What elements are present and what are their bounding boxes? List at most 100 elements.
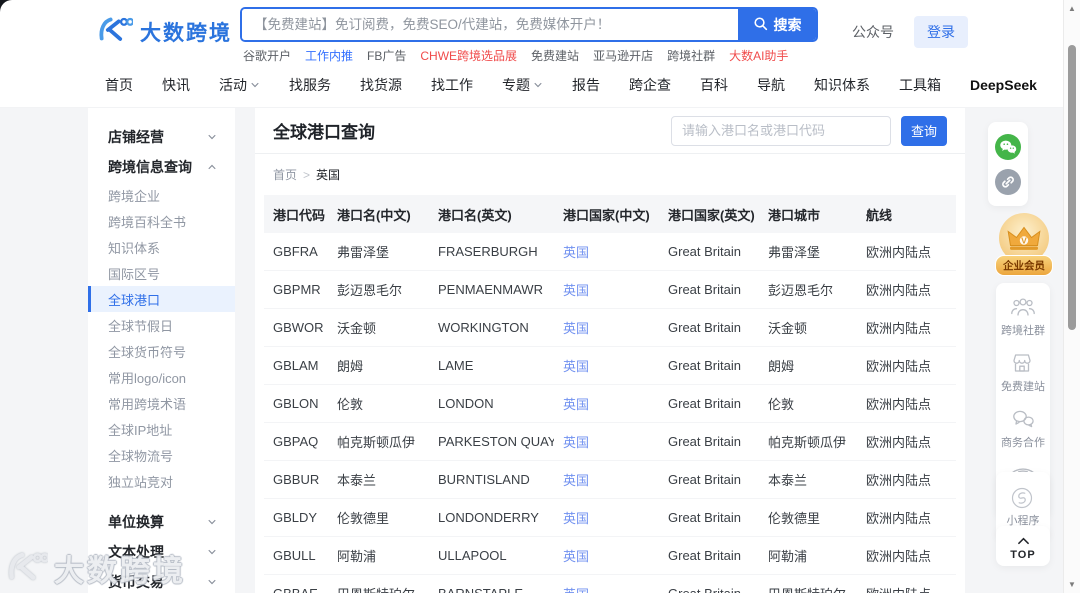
- enterprise-member-badge[interactable]: V 企业会员: [994, 212, 1054, 290]
- sidebar-item[interactable]: 国际区号: [88, 260, 235, 286]
- table-row: GBLAM 朗姆 LAME 英国 Great Britain 朗姆 欧洲内陆点: [264, 346, 956, 385]
- brand-logo[interactable]: 大数跨境: [95, 14, 232, 49]
- rail-tool-label: 跨境社群: [1001, 325, 1045, 337]
- query-button[interactable]: 查询: [901, 115, 947, 146]
- country-link[interactable]: 英国: [563, 511, 589, 526]
- country-link[interactable]: 英国: [563, 359, 589, 374]
- chevron-down-icon: [207, 577, 217, 587]
- quick-link[interactable]: 谷歌开户: [243, 47, 291, 64]
- breadcrumb: 首页 > 英国: [255, 154, 965, 193]
- nav-item[interactable]: 跨企查: [629, 75, 671, 95]
- quick-link[interactable]: 跨境社群: [667, 47, 715, 64]
- country-link[interactable]: 英国: [563, 473, 589, 488]
- table-cell: GBPMR: [264, 270, 328, 309]
- country-link[interactable]: 英国: [563, 549, 589, 564]
- sidebar-item[interactable]: 知识体系: [88, 234, 235, 260]
- page-scrollbar[interactable]: ▲ ▼: [1063, 0, 1080, 593]
- sidebar-item[interactable]: 独立站竞对: [88, 468, 235, 494]
- panel-header: 全球港口查询 查询: [255, 108, 965, 153]
- table-cell: 欧洲内陆点: [857, 422, 956, 461]
- table-cell: 欧洲内陆点: [857, 270, 956, 309]
- rail-tool[interactable]: 跨境社群: [996, 288, 1050, 344]
- sidebar-item[interactable]: 跨境企业: [88, 182, 235, 208]
- header-search-input[interactable]: [242, 9, 738, 40]
- scrollbar-up-arrow[interactable]: ▲: [1064, 4, 1080, 13]
- sidebar-item[interactable]: 常用logo/icon: [88, 364, 235, 390]
- country-link[interactable]: 英国: [563, 245, 589, 260]
- sidebar-item[interactable]: 全球节假日: [88, 312, 235, 338]
- quick-link[interactable]: 亚马逊开店: [593, 47, 653, 64]
- table-row: GBLON 伦敦 LONDON 英国 Great Britain 伦敦 欧洲内陆点: [264, 384, 956, 423]
- table-cell: GBLAM: [264, 346, 328, 385]
- nav-item-label: 专题: [502, 76, 530, 93]
- column-header: 港口名(英文): [429, 195, 554, 233]
- rail-tool-label: 免费建站: [1001, 381, 1045, 393]
- nav-item[interactable]: DeepSeek: [970, 77, 1037, 93]
- rail-tool[interactable]: 免费建站: [996, 344, 1050, 400]
- cell-country-cn: 英国: [554, 270, 659, 309]
- table-cell: Great Britain: [659, 422, 759, 461]
- nav-item[interactable]: 导航: [757, 75, 785, 95]
- sidebar-item[interactable]: 全球港口: [88, 286, 235, 312]
- link-icon[interactable]: [995, 168, 1021, 195]
- country-link[interactable]: 英国: [563, 283, 589, 298]
- back-to-top-button[interactable]: TOP: [996, 526, 1050, 566]
- quick-link[interactable]: CHWE跨境选品展: [420, 47, 517, 64]
- quick-link[interactable]: 大数AI助手: [729, 47, 788, 64]
- nav-item[interactable]: 找服务: [289, 75, 331, 95]
- sidebar-section[interactable]: 单位换算: [88, 507, 235, 537]
- sidebar-item[interactable]: 全球IP地址: [88, 416, 235, 442]
- table-cell: 欧洲内陆点: [857, 346, 956, 385]
- quick-link[interactable]: FB广告: [367, 47, 406, 64]
- rail-tool[interactable]: 商务合作: [996, 400, 1050, 456]
- nav-item[interactable]: 快讯: [162, 75, 190, 95]
- sidebar-item[interactable]: 跨境百科全书: [88, 208, 235, 234]
- header-right: 公众号 登录: [852, 16, 968, 48]
- quick-link[interactable]: 工作内推: [305, 47, 353, 64]
- nav-item[interactable]: 找工作: [431, 75, 473, 95]
- wechat-icon[interactable]: [995, 133, 1021, 160]
- column-header: 港口城市: [759, 195, 857, 233]
- table-cell: PARKESTON QUAY: [429, 422, 554, 461]
- sidebar-section[interactable]: 店铺经营: [88, 122, 235, 152]
- main-nav: 首页 快讯 活动 找服务 找货源 找工作 专题 报告 跨企查 百科 导航 知识体系 工具箱 DeepSee…: [0, 62, 1080, 108]
- table-cell: 弗雷泽堡: [328, 233, 429, 271]
- nav-item[interactable]: 知识体系: [814, 75, 870, 95]
- nav-item-label: 工具箱: [899, 76, 941, 93]
- country-link[interactable]: 英国: [563, 321, 589, 336]
- column-header: 港口名(中文): [328, 195, 429, 233]
- sidebar-item[interactable]: 常用跨境术语: [88, 390, 235, 416]
- sidebar-section[interactable]: 跨境信息查询: [88, 152, 235, 182]
- table-cell: LONDON: [429, 384, 554, 423]
- table-cell: 巴恩斯特珀尔: [759, 574, 857, 593]
- sidebar-item[interactable]: 全球物流号: [88, 442, 235, 468]
- port-search-input[interactable]: [671, 115, 891, 146]
- cell-country-cn: 英国: [554, 346, 659, 385]
- nav-item[interactable]: 工具箱: [899, 75, 941, 95]
- nav-item-label: 找货源: [360, 76, 402, 93]
- login-button[interactable]: 登录: [914, 16, 968, 48]
- scrollbar-down-arrow[interactable]: ▼: [1064, 580, 1080, 589]
- header-search-button[interactable]: 搜索: [738, 9, 816, 40]
- nav-item[interactable]: 百科: [700, 75, 728, 95]
- nav-item[interactable]: 报告: [572, 75, 600, 95]
- sidebar-section-label: 单位换算: [108, 514, 164, 530]
- sidebar-item[interactable]: 全球货币符号: [88, 338, 235, 364]
- sidebar-section[interactable]: 文本处理: [88, 537, 235, 567]
- nav-item[interactable]: 首页: [105, 75, 133, 95]
- country-link[interactable]: 英国: [563, 587, 589, 593]
- sidebar-section[interactable]: 货币交易: [88, 567, 235, 593]
- breadcrumb-separator: >: [303, 167, 311, 182]
- sidebar-section-label: 货币交易: [108, 574, 164, 590]
- scrollbar-thumb[interactable]: [1068, 45, 1076, 330]
- table-cell: ULLAPOOL: [429, 536, 554, 575]
- nav-item[interactable]: 活动: [219, 75, 260, 95]
- table-cell: Great Britain: [659, 498, 759, 537]
- breadcrumb-home[interactable]: 首页: [273, 166, 297, 183]
- quick-link[interactable]: 免费建站: [531, 47, 579, 64]
- country-link[interactable]: 英国: [563, 435, 589, 450]
- nav-item[interactable]: 专题: [502, 75, 543, 95]
- country-link[interactable]: 英国: [563, 397, 589, 412]
- official-account-link[interactable]: 公众号: [852, 22, 894, 42]
- nav-item[interactable]: 找货源: [360, 75, 402, 95]
